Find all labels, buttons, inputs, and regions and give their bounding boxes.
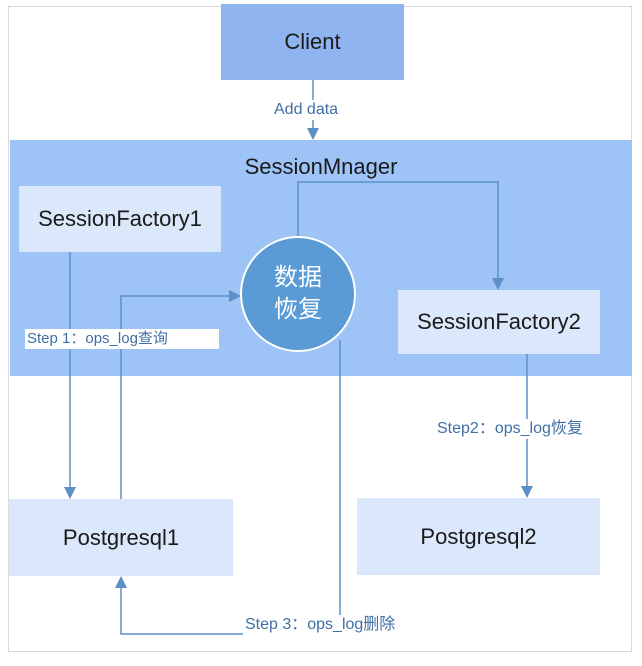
step3-label: Step 3：ops_log删除: [243, 615, 398, 635]
step1-return-arrow: [120, 290, 241, 499]
step1-label: Step 1：ops_log查询: [25, 329, 219, 349]
step3-arrow: [115, 340, 341, 635]
data-recovery-node: 数据恢复: [240, 236, 356, 352]
add-data-label: Add data: [272, 100, 341, 120]
step2-label: Step2：ops_log恢复: [435, 419, 585, 439]
data-recovery-label: 数据恢复: [274, 264, 322, 323]
